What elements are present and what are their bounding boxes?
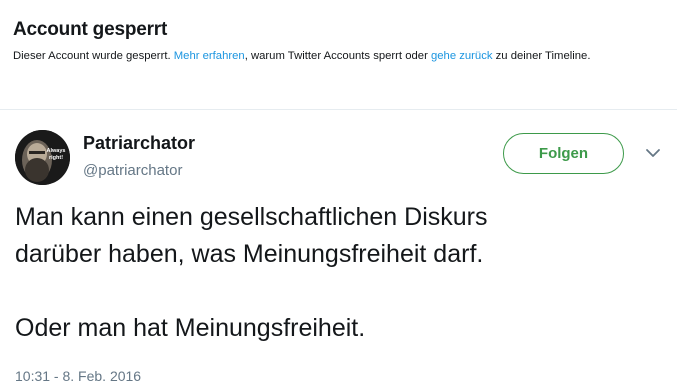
go-back-link[interactable]: gehe zurück [431, 50, 493, 62]
suspended-account-banner: Account gesperrt Dieser Account wurde ge… [0, 0, 677, 110]
avatar[interactable]: Always right! [15, 130, 70, 185]
banner-title: Account gesperrt [13, 19, 168, 40]
banner-text-part-1: Dieser Account wurde gesperrt. [13, 50, 174, 62]
follow-button[interactable]: Folgen [503, 133, 624, 174]
banner-text-part-3: zu deiner Timeline. [492, 50, 591, 62]
banner-message: Dieser Account wurde gesperrt. Mehr erfa… [13, 50, 673, 62]
chevron-down-icon[interactable] [645, 147, 661, 159]
avatar-image: Always right! [15, 130, 70, 185]
display-name[interactable]: Patriarchator [83, 133, 195, 154]
avatar-caption-line2: right! [49, 155, 63, 161]
banner-text-part-2: , warum Twitter Accounts sperrt oder [244, 50, 431, 62]
tweet-text: Man kann einen gesellschaftlichen Diskur… [15, 203, 488, 342]
learn-more-link[interactable]: Mehr erfahren [174, 50, 245, 62]
tweet-timestamp[interactable]: 10:31 - 8. Feb. 2016 [15, 368, 141, 384]
avatar-caption-line1: Always [47, 148, 66, 154]
user-handle[interactable]: @patriarchator [83, 162, 182, 179]
tweet-card: Always right! Patriarchator @patriarchat… [0, 111, 677, 387]
